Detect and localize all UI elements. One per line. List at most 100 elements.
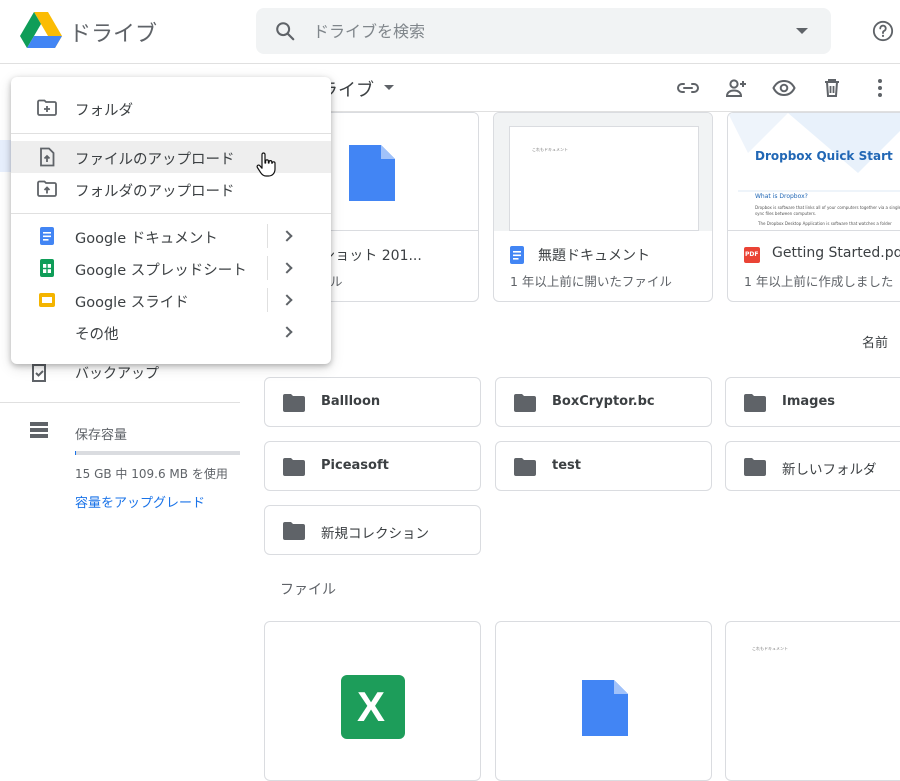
menu-item-label: Google スライド — [75, 295, 189, 311]
menu-divider — [11, 133, 331, 134]
upgrade-storage-link[interactable]: 容量をアップグレード — [75, 492, 205, 511]
folder-name: 新規コレクション — [321, 526, 429, 542]
folder-item[interactable]: test — [495, 441, 712, 491]
folder-name: BoxCryptor.bc — [552, 394, 655, 409]
folder-name: Ballloon — [321, 394, 381, 409]
folder-name: test — [552, 458, 581, 473]
file-card[interactable]: X — [264, 621, 481, 781]
breadcrumb-dropdown-icon[interactable] — [384, 85, 394, 90]
folder-item[interactable]: Piceasoft — [264, 441, 481, 491]
file-upload-icon — [40, 147, 55, 167]
card-name: 無題ドキュメント — [538, 248, 650, 264]
menu-item-google-sheets[interactable]: Google スプレッドシート — [11, 252, 331, 284]
menu-divider — [11, 213, 331, 214]
pdf-preview-title: Dropbox Quick Start — [755, 149, 893, 163]
folder-add-icon — [37, 99, 57, 116]
doc-preview: これもドキュメント — [509, 126, 699, 231]
card-name: Getting Started.pdf — [772, 245, 900, 261]
folder-upload-icon — [37, 180, 57, 197]
top-bar: ドライブ — [0, 0, 900, 64]
search-options-icon[interactable] — [796, 28, 808, 34]
pdf-icon-label: PDF — [745, 251, 759, 258]
chevron-right-icon[interactable] — [281, 294, 293, 306]
menu-item-label: ファイルのアップロード — [75, 152, 235, 168]
folder-name: Piceasoft — [321, 458, 389, 473]
menu-item-more[interactable]: その他 — [11, 316, 331, 348]
menu-item-file-upload[interactable]: ファイルのアップロード — [11, 141, 331, 173]
quick-access-card[interactable]: これもドキュメント 無題ドキュメント 1 年以上前に開いたファイル — [493, 112, 713, 302]
link-icon[interactable] — [676, 76, 700, 100]
folder-icon — [283, 458, 305, 476]
backup-icon — [32, 364, 46, 382]
folder-icon — [514, 458, 536, 476]
storage-label: 保存容量 — [75, 428, 128, 443]
app-title: ドライブ — [69, 22, 158, 47]
hand-cursor-icon — [256, 152, 276, 177]
search-icon[interactable] — [274, 20, 296, 42]
file-card[interactable]: これもドキュメント — [725, 621, 900, 781]
sidebar-item-backup[interactable]: バックアップ — [75, 363, 159, 383]
card-subtitle: 1 年以上前に作成しました — [744, 274, 894, 289]
chevron-right-icon[interactable] — [281, 262, 293, 274]
file-card[interactable] — [495, 621, 712, 781]
menu-item-google-slides[interactable]: Google スライド — [11, 284, 331, 316]
doc-preview-text: これもドキュメント — [752, 646, 788, 651]
menu-item-separator — [267, 288, 268, 312]
search-input[interactable] — [313, 8, 783, 54]
menu-item-label: フォルダのアップロード — [75, 184, 235, 200]
folder-icon — [514, 394, 536, 412]
google-docs-icon — [40, 227, 54, 245]
storage-bar-fill — [75, 451, 76, 455]
menu-item-label: Google ドキュメント — [75, 231, 218, 247]
google-sheets-icon — [40, 259, 54, 277]
preview-eye-icon[interactable] — [772, 76, 796, 100]
storage-bar — [75, 451, 240, 455]
pdf-icon: PDF — [744, 247, 760, 263]
menu-item-label: その他 — [75, 327, 119, 343]
folder-item[interactable]: 新しいフォルダ — [725, 441, 900, 491]
storage-used-text: 15 GB 中 109.6 MB を使用 — [75, 467, 228, 481]
menu-item-separator — [267, 256, 268, 280]
trash-icon[interactable] — [820, 76, 844, 100]
pdf-preview-body: Dropbox is software that links all of yo… — [755, 205, 900, 216]
storage-icon — [30, 422, 48, 438]
sidebar-divider — [0, 402, 240, 403]
menu-item-folder-upload[interactable]: フォルダのアップロード — [11, 173, 331, 205]
files-section-label: ファイル — [280, 582, 336, 598]
folder-name: Images — [782, 394, 836, 409]
chevron-right-icon[interactable] — [281, 326, 293, 338]
menu-item-new-folder[interactable]: フォルダ — [11, 92, 331, 124]
folder-item[interactable]: BoxCryptor.bc — [495, 377, 712, 427]
excel-file-icon: X — [341, 675, 405, 739]
menu-item-label: フォルダ — [75, 103, 133, 119]
folder-item[interactable]: Images — [725, 377, 900, 427]
folder-icon — [744, 458, 766, 476]
card-thumbnail: これもドキュメント — [494, 113, 712, 231]
pdf-preview-bullet: The Dropbox Desktop Application is softw… — [758, 221, 892, 226]
menu-item-label: Google スプレッドシート — [75, 263, 247, 279]
drive-logo-icon[interactable] — [20, 12, 62, 50]
folder-item[interactable]: 新規コレクション — [264, 505, 481, 555]
docs-icon — [510, 246, 524, 264]
card-subtitle: 1 年以上前に開いたファイル — [510, 274, 672, 289]
toolbar: ライブ — [240, 64, 900, 112]
pdf-preview-heading: What is Dropbox? — [755, 193, 808, 200]
doc-file-icon — [349, 145, 395, 201]
chevron-right-icon[interactable] — [281, 230, 293, 242]
quick-access-card[interactable]: Dropbox Quick Start What is Dropbox? Dro… — [727, 112, 900, 302]
menu-item-separator — [267, 224, 268, 248]
folder-item[interactable]: Ballloon — [264, 377, 481, 427]
folder-icon — [744, 394, 766, 412]
doc-file-icon — [582, 680, 628, 736]
menu-item-google-docs[interactable]: Google ドキュメント — [11, 220, 331, 252]
more-vert-icon[interactable] — [868, 76, 892, 100]
folder-icon — [283, 522, 305, 540]
doc-preview-text: これもドキュメント — [532, 147, 568, 152]
excel-icon-letter: X — [357, 683, 386, 730]
sort-by-name-button[interactable]: 名前 — [862, 332, 888, 351]
add-person-icon[interactable] — [724, 76, 748, 100]
help-icon[interactable] — [872, 20, 894, 42]
new-item-menu: フォルダ ファイルのアップロード フォルダのアップロード Google ドキュメ… — [11, 77, 331, 364]
folder-icon — [283, 394, 305, 412]
search-box[interactable] — [256, 8, 831, 54]
